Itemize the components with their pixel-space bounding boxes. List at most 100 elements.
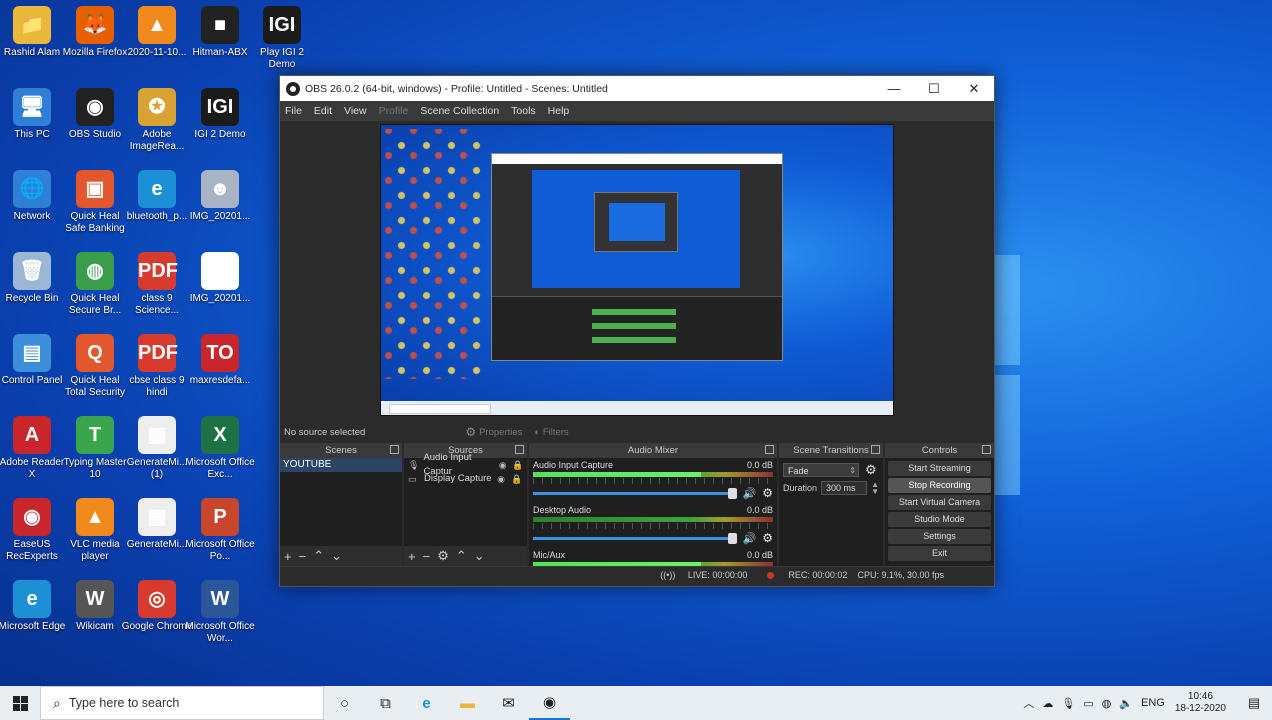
properties-button[interactable]: ⚙ Properties bbox=[465, 425, 522, 439]
filters-button[interactable]: ◐ Filters bbox=[534, 427, 568, 438]
remove-icon[interactable]: − bbox=[299, 549, 307, 564]
preview-canvas[interactable] bbox=[380, 124, 894, 416]
up-icon[interactable]: ⌃ bbox=[313, 548, 324, 564]
desktop-icon[interactable]: ▲ 2020-11-10... bbox=[121, 6, 193, 59]
slider-knob[interactable] bbox=[727, 532, 737, 544]
edge-icon[interactable]: e bbox=[406, 686, 447, 720]
studio-mode-button[interactable]: Studio Mode bbox=[888, 512, 991, 527]
duration-input[interactable]: 300 ms bbox=[821, 481, 868, 495]
desktop-icon[interactable]: TO maxresdefa... bbox=[184, 334, 256, 387]
desktop-icon[interactable]: 📁 Rashid Alam bbox=[0, 6, 68, 59]
task-view-icon[interactable]: ⧉ bbox=[365, 686, 406, 720]
app-icon: A bbox=[13, 416, 51, 454]
volume-slider[interactable] bbox=[533, 532, 737, 544]
desktop-icon[interactable]: ▦ GenerateMi... bbox=[121, 498, 193, 551]
menu-edit[interactable]: Edit bbox=[314, 105, 332, 117]
desktop-icon[interactable]: PDF cbse class 9 hindi bbox=[121, 334, 193, 399]
menu-profile[interactable]: Profile bbox=[379, 105, 409, 117]
mic-icon: 🎙 bbox=[408, 460, 420, 470]
transition-select[interactable]: Fade bbox=[783, 463, 859, 478]
close-icon[interactable]: ✕ bbox=[954, 76, 994, 101]
lock-icon[interactable]: 🔒 bbox=[510, 472, 524, 486]
desktop-icon[interactable]: P Microsoft Office Po... bbox=[184, 498, 256, 563]
gear-icon[interactable]: ⚙ bbox=[762, 486, 773, 500]
eye-icon[interactable]: ◉ bbox=[496, 458, 509, 472]
mixer-title: Audio Mixer bbox=[627, 445, 679, 456]
eye-icon[interactable]: ◉ bbox=[494, 472, 508, 486]
desktop-icon[interactable]: W Microsoft Office Wor... bbox=[184, 580, 256, 645]
desktop-icon[interactable]: IGI Play IGI 2 Demo bbox=[246, 6, 318, 71]
menu-tools[interactable]: Tools bbox=[511, 105, 536, 117]
desktop-icon[interactable]: ◉ EaseUS RecExperts bbox=[0, 498, 68, 563]
desktop-icon[interactable]: 🗑 Recycle Bin bbox=[0, 252, 68, 305]
desktop-icon[interactable]: A Adobe Reader X bbox=[0, 416, 68, 481]
volume-slider[interactable] bbox=[533, 487, 737, 499]
speaker-icon[interactable]: 🔊 bbox=[743, 532, 757, 545]
start-streaming-button[interactable]: Start Streaming bbox=[888, 461, 991, 476]
desktop-icon[interactable]: 🌐 Network bbox=[0, 170, 68, 223]
cortana-icon[interactable]: ○ bbox=[324, 686, 365, 720]
desktop-icon[interactable]: X Microsoft Office Exc... bbox=[184, 416, 256, 481]
mic-icon[interactable]: 🎙 bbox=[1061, 697, 1075, 710]
desktop-icon[interactable]: ✓ IMG_20201... bbox=[184, 252, 256, 305]
menu-scene-collection[interactable]: Scene Collection bbox=[420, 105, 499, 117]
up-icon[interactable]: ⌃ bbox=[456, 548, 467, 564]
remove-icon[interactable]: − bbox=[423, 549, 431, 564]
app-icon: ◉ bbox=[13, 498, 51, 536]
source-item-audio-input[interactable]: 🎙 Audio Input Captur ◉ 🔒 bbox=[404, 452, 527, 477]
stop-recording-button[interactable]: Stop Recording bbox=[888, 478, 991, 493]
menu-view[interactable]: View bbox=[344, 105, 367, 117]
gear-icon[interactable]: ⚙ bbox=[437, 548, 449, 564]
start-virtual-camera-button[interactable]: Start Virtual Camera bbox=[888, 495, 991, 510]
volume-icon[interactable]: 🔈 bbox=[1119, 697, 1133, 710]
desktop-icon[interactable]: IGI IGI 2 Demo bbox=[184, 88, 256, 141]
maximize-icon[interactable]: ☐ bbox=[914, 76, 954, 101]
speaker-icon[interactable]: 🔊 bbox=[743, 487, 757, 500]
desktop-icon[interactable]: ◎ Google Chrome bbox=[121, 580, 193, 633]
taskbar-search[interactable]: ⌕ Type here to search bbox=[40, 686, 324, 720]
start-button[interactable] bbox=[0, 686, 40, 720]
spin-icon[interactable]: ▲ ▼ bbox=[871, 481, 879, 496]
menu-help[interactable]: Help bbox=[548, 105, 570, 117]
battery-icon[interactable]: ▭ bbox=[1083, 697, 1093, 710]
popout-icon[interactable] bbox=[982, 445, 991, 454]
mail-icon[interactable]: ✉ bbox=[488, 686, 529, 720]
lock-icon[interactable]: 🔒 bbox=[511, 458, 524, 472]
notification-icon[interactable]: ▤ bbox=[1240, 695, 1268, 711]
chevron-up-icon[interactable]: ︿ bbox=[1023, 695, 1034, 711]
app-icon: ▤ bbox=[13, 334, 51, 372]
settings-button[interactable]: Settings bbox=[888, 529, 991, 544]
down-icon[interactable]: ⌄ bbox=[331, 548, 342, 564]
slider-knob[interactable] bbox=[727, 487, 737, 499]
down-icon[interactable]: ⌄ bbox=[474, 548, 485, 564]
desktop-icon[interactable]: e Microsoft Edge bbox=[0, 580, 68, 633]
gear-icon[interactable]: ⚙ bbox=[865, 462, 877, 478]
menu-file[interactable]: File bbox=[285, 105, 302, 117]
obs-icon[interactable]: ◉ bbox=[529, 686, 570, 720]
exit-button[interactable]: Exit bbox=[888, 546, 991, 561]
desktop-icon[interactable]: 🖥 This PC bbox=[0, 88, 68, 141]
language-indicator[interactable]: ENG bbox=[1141, 697, 1165, 709]
file-explorer-icon[interactable]: ▬ bbox=[447, 686, 488, 720]
volume-meter bbox=[533, 517, 773, 522]
desktop-icon[interactable]: ☻ IMG_20201... bbox=[184, 170, 256, 223]
desktop-icon[interactable]: ▦ GenerateMi... (1) bbox=[121, 416, 193, 481]
popout-icon[interactable] bbox=[390, 445, 399, 454]
obs-title-bar[interactable]: OBS 26.0.2 (64-bit, windows) - Profile: … bbox=[280, 76, 994, 101]
popout-icon[interactable] bbox=[515, 445, 524, 454]
popout-icon[interactable] bbox=[871, 445, 880, 454]
desktop-icon[interactable]: ▤ Control Panel bbox=[0, 334, 68, 387]
add-icon[interactable]: + bbox=[284, 549, 292, 564]
popout-icon[interactable] bbox=[765, 445, 774, 454]
desktop-icon[interactable]: e bluetooth_p... bbox=[121, 170, 193, 223]
source-item-display-capture[interactable]: ▭ Display Capture ◉ 🔒 bbox=[404, 472, 527, 486]
minimize-icon[interactable]: — bbox=[874, 76, 914, 101]
gear-icon[interactable]: ⚙ bbox=[762, 531, 773, 545]
desktop-icon[interactable]: PDF class 9 Science... bbox=[121, 252, 193, 317]
cloud-icon[interactable]: ☁ bbox=[1042, 697, 1053, 710]
clock[interactable]: 10:46 18-12-2020 bbox=[1175, 691, 1226, 715]
add-icon[interactable]: + bbox=[408, 549, 416, 564]
desktop-icon[interactable]: ✪ Adobe ImageRea... bbox=[121, 88, 193, 153]
network-icon[interactable]: ◍ bbox=[1102, 697, 1112, 710]
scene-item[interactable]: YOUTUBE bbox=[280, 458, 402, 472]
